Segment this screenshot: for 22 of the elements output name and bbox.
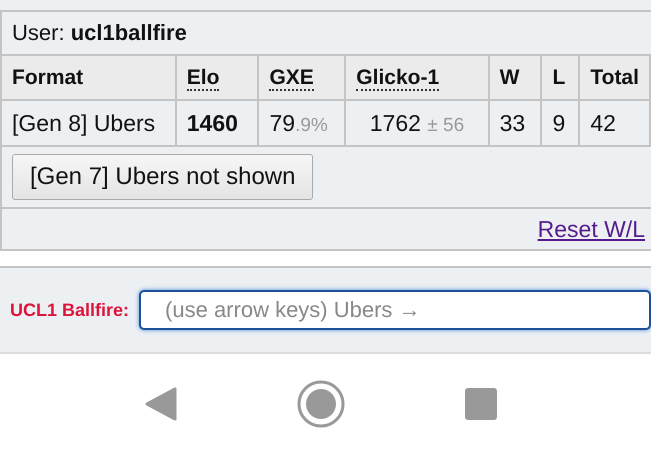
table-cell: 1460 bbox=[176, 100, 258, 146]
table-cell: [Gen 8] Ubers bbox=[2, 100, 176, 146]
column-header: Format bbox=[2, 56, 176, 100]
table-cell: 33 bbox=[488, 100, 542, 146]
home-icon[interactable] bbox=[296, 380, 344, 428]
table-cell: 1762 ± 56 bbox=[345, 100, 489, 146]
reset-link[interactable]: Reset W/L bbox=[538, 216, 645, 242]
format-button[interactable]: [Gen 7] Ubers not shown bbox=[12, 154, 314, 200]
column-header: L bbox=[541, 56, 580, 100]
chat-input[interactable]: (use arrow keys) Ubers → bbox=[139, 290, 651, 330]
column-header: Glicko-1 bbox=[345, 56, 489, 100]
column-header: Elo bbox=[176, 56, 258, 100]
recents-icon[interactable] bbox=[464, 388, 496, 420]
back-icon[interactable] bbox=[144, 387, 176, 421]
column-header: Total bbox=[579, 56, 650, 100]
chat-username: UCL1 Ballfire: bbox=[10, 300, 130, 320]
column-header: W bbox=[488, 56, 542, 100]
column-header: GXE bbox=[258, 56, 346, 100]
table-cell: 79.9% bbox=[258, 100, 346, 146]
table-cell: 9 bbox=[541, 100, 580, 146]
table-cell: 42 bbox=[579, 100, 650, 146]
user-label: User: ucl1ballfire bbox=[12, 20, 187, 46]
